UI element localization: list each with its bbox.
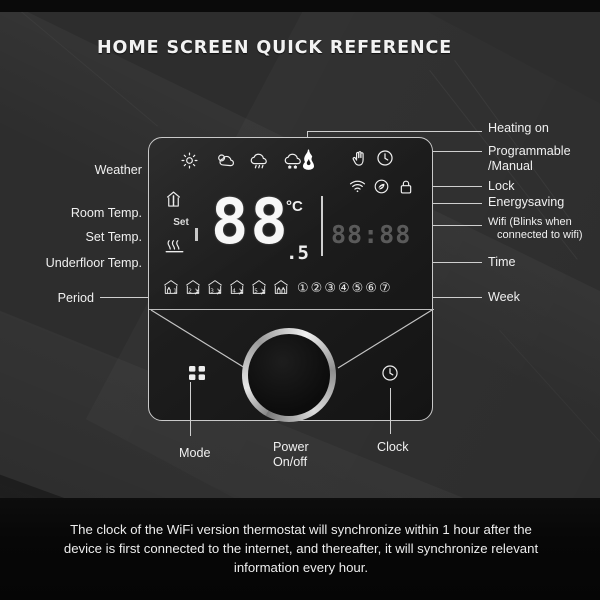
callout-room-temp-label: Room Temp. [70,206,142,220]
callout-period-label: Period [57,291,94,305]
hand-icon[interactable] [352,150,367,167]
period-icon[interactable]: 4 [228,279,246,299]
clock-icon[interactable] [376,149,394,167]
callout-wifi-label-line1: Wifi (Blinks when [488,216,572,228]
callout-wifi-label-line2: connected to wifi) [497,229,583,241]
partly-cloudy-icon[interactable] [215,152,237,169]
clock-label: Clock [377,440,409,454]
callout-week-label: Week [488,290,520,304]
callout-heating-line-h [307,131,482,133]
status-icon-row [149,146,434,194]
callout-programmable-label-line2: /Manual [488,159,533,173]
callout-underfloor-label: Underfloor Temp. [45,256,142,270]
callout-energysaving-label: Energysaving [488,195,565,209]
svg-text:2: 2 [188,288,192,294]
temperature-display: 88 [211,185,290,258]
week-indicators: ① ② ③ ④ ⑤ ⑥ ⑦ [297,279,429,299]
period-icon[interactable]: 3 [206,279,224,299]
period-icons: 1 2 3 4 5 [162,279,292,299]
display-divider [321,196,323,256]
row-marker-column: Set [165,190,205,265]
power-dial-ring[interactable] [242,328,336,422]
week-day[interactable]: ⑥ [365,282,377,296]
rain-cloud-icon[interactable] [249,152,270,170]
week-day[interactable]: ⑤ [352,282,364,296]
clock-icon[interactable] [381,364,399,382]
energysaving-leaf-icon[interactable] [374,179,389,194]
time-display: 88:88 [331,220,412,249]
svg-text:5: 5 [254,288,258,294]
callout-weather-label: Weather [94,163,142,177]
power-ring-outer[interactable] [242,328,336,422]
power-ring-inner[interactable] [248,334,330,416]
week-day[interactable]: ⑦ [379,282,391,296]
power-label-line1: Power [273,440,309,454]
clock-leader-line [390,388,392,434]
underfloor-heat-icon[interactable] [165,238,197,254]
screenshot-root: HOME SCREEN QUICK REFERENCE Weather Room… [0,0,600,600]
thermostat-device-panel: Set 88 °C .5 88:88 1 2 3 4 5 ① ② ③ ④ ⑤ ⑥… [148,137,434,422]
callout-heating-on-label: Heating on [488,121,549,135]
sun-icon[interactable] [181,152,198,169]
temperature-decimal: .5 [286,242,309,264]
week-day[interactable]: ③ [324,282,336,296]
svg-text:4: 4 [232,288,236,294]
callout-lock-label: Lock [488,179,515,193]
mode-leader-line [190,382,192,436]
grid-four-squares-icon[interactable] [189,366,205,382]
lock-icon[interactable] [399,179,413,195]
week-day[interactable]: ④ [338,282,350,296]
footer-note: The clock of the WiFi version thermostat… [63,522,539,575]
week-day[interactable]: ② [311,282,323,296]
house-thermometer-icon[interactable] [165,190,197,208]
week-day[interactable]: ① [297,282,309,296]
mode-label: Mode [179,446,211,460]
callout-set-temp-label: Set Temp. [85,230,142,244]
period-icon[interactable]: 2 [184,279,202,299]
period-icon[interactable]: 1 [162,279,180,299]
power-label-line2: On/off [273,455,308,469]
temperature-unit: °C [286,198,303,215]
period-icon[interactable]: 5 [250,279,268,299]
wifi-icon[interactable] [349,179,366,193]
svg-text:3: 3 [210,288,214,294]
svg-text:1: 1 [173,288,177,294]
page-title: HOME SCREEN QUICK REFERENCE [97,38,453,58]
top-black-strip [0,0,600,12]
flame-icon[interactable] [301,149,316,170]
power-leader-stem [195,228,198,241]
callout-programmable-label-line1: Programmable [488,144,571,158]
callout-time-label: Time [488,255,516,269]
period-icon[interactable] [272,279,290,299]
set-label: Set [173,217,189,228]
